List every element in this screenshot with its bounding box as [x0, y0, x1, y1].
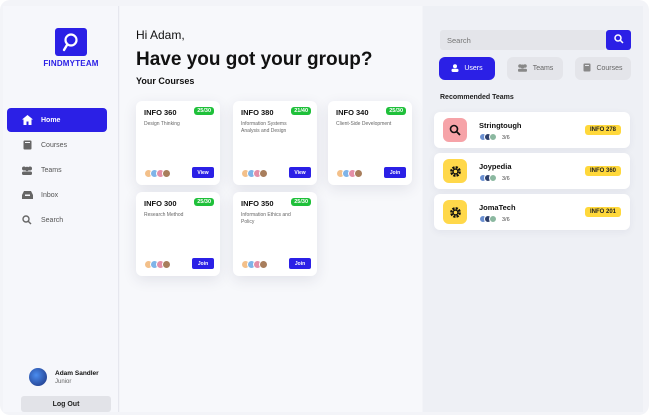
- team-card[interactable]: JomaTech 3/6 INFO 201: [434, 194, 630, 230]
- course-card[interactable]: INFO 360 25/30 Design Thinking View: [136, 101, 220, 185]
- course-card[interactable]: INFO 340 25/30 Client-Side Development J…: [328, 101, 412, 185]
- user-name: Adam Sandler: [55, 369, 99, 377]
- home-icon: [21, 114, 33, 126]
- course-code: INFO 300: [144, 199, 177, 208]
- course-code: INFO 350: [241, 199, 274, 208]
- user-icon: [451, 63, 459, 74]
- logo[interactable]: FINDMYTEAM: [41, 28, 101, 68]
- team-name: JomaTech: [479, 203, 516, 212]
- member-avatars: [336, 169, 363, 178]
- course-description: Information Ethics and Policy: [241, 212, 291, 225]
- course-card[interactable]: INFO 350 25/30 Information Ethics and Po…: [233, 192, 317, 276]
- view-button[interactable]: View: [289, 167, 311, 178]
- join-button[interactable]: Join: [384, 167, 406, 178]
- member-avatars: [241, 169, 268, 178]
- tab-label: Teams: [532, 65, 554, 72]
- sidebar-item-label: Home: [41, 116, 61, 124]
- member-avatars: [479, 174, 497, 182]
- magnifier-logo-icon: [55, 28, 87, 56]
- sidebar-item-search[interactable]: Search: [7, 208, 107, 232]
- app-window: FINDMYTEAM Home Courses Teams Inbox Sear…: [0, 0, 649, 415]
- team-search-icon: [443, 118, 467, 142]
- user-profile[interactable]: Adam Sandler Junior: [29, 368, 99, 386]
- course-card[interactable]: INFO 380 21/40 Information Systems Analy…: [233, 101, 317, 185]
- section-title: Your Courses: [136, 76, 195, 86]
- avatar: [29, 368, 47, 386]
- tab-label: Courses: [596, 65, 623, 72]
- team-gear-icon: [443, 200, 467, 224]
- capacity-badge: 21/40: [291, 107, 311, 115]
- sidebar: FINDMYTEAM Home Courses Teams Inbox Sear…: [3, 6, 119, 412]
- capacity-badge: 25/30: [386, 107, 406, 115]
- recommended-teams-title: Recommended Teams: [440, 94, 514, 101]
- book-icon: [21, 139, 33, 151]
- course-description: Information Systems Analysis and Design: [241, 121, 287, 134]
- course-description: Research Method: [144, 212, 184, 218]
- view-button[interactable]: View: [192, 167, 214, 178]
- capacity-badge: 25/30: [291, 198, 311, 206]
- member-avatars: [144, 260, 171, 269]
- course-code: INFO 340: [336, 108, 369, 117]
- member-count: 3/6: [502, 135, 510, 141]
- member-avatars: [241, 260, 268, 269]
- people-icon: [21, 164, 33, 176]
- book-icon: [583, 63, 591, 74]
- team-gear-icon: [443, 159, 467, 183]
- inbox-icon: [21, 189, 33, 201]
- team-card[interactable]: Joypedia 3/6 INFO 360: [434, 153, 630, 189]
- main-content: Hi Adam, Have you got your group? Your C…: [120, 6, 422, 412]
- capacity-badge: 25/30: [194, 198, 214, 206]
- member-avatars: [479, 215, 497, 223]
- tab-teams[interactable]: Teams: [507, 57, 563, 80]
- user-role: Junior: [55, 378, 72, 385]
- sidebar-nav: Home Courses Teams Inbox Search: [7, 108, 107, 233]
- sidebar-item-home[interactable]: Home: [7, 108, 107, 132]
- right-panel: Users Teams Courses Recommended Teams St…: [423, 6, 643, 412]
- sidebar-item-label: Courses: [41, 141, 68, 149]
- search-icon: [21, 214, 33, 226]
- tab-courses[interactable]: Courses: [575, 57, 631, 80]
- course-tag: INFO 201: [584, 207, 621, 217]
- team-name: Stringtough: [479, 121, 522, 130]
- course-description: Design Thinking: [144, 121, 180, 127]
- search-input[interactable]: [440, 30, 606, 50]
- sidebar-item-inbox[interactable]: Inbox: [7, 183, 107, 207]
- sidebar-item-teams[interactable]: Teams: [7, 158, 107, 182]
- join-button[interactable]: Join: [192, 258, 214, 269]
- course-tag: INFO 278: [584, 125, 621, 135]
- course-code: INFO 360: [144, 108, 177, 117]
- member-avatars: [479, 133, 497, 141]
- page-title: Have you got your group?: [136, 49, 373, 70]
- join-button[interactable]: Join: [289, 258, 311, 269]
- member-avatars: [144, 169, 171, 178]
- course-code: INFO 380: [241, 108, 274, 117]
- course-tag: INFO 360: [584, 166, 621, 176]
- sidebar-item-label: Teams: [41, 166, 62, 174]
- greeting: Hi Adam,: [136, 28, 185, 42]
- search-icon: [613, 31, 624, 49]
- search-button[interactable]: [606, 30, 631, 50]
- tab-label: Users: [464, 65, 483, 72]
- course-card[interactable]: INFO 300 25/30 Research Method Join: [136, 192, 220, 276]
- sidebar-item-label: Search: [41, 216, 64, 224]
- brand-name: FINDMYTEAM: [43, 59, 99, 68]
- logout-button[interactable]: Log Out: [21, 396, 111, 412]
- team-card[interactable]: Stringtough 3/6 INFO 278: [434, 112, 630, 148]
- tab-users[interactable]: Users: [439, 57, 495, 80]
- sidebar-item-label: Inbox: [41, 191, 59, 199]
- member-count: 3/6: [502, 217, 510, 223]
- sidebar-item-courses[interactable]: Courses: [7, 133, 107, 157]
- capacity-badge: 25/30: [194, 107, 214, 115]
- course-description: Client-Side Development: [336, 121, 392, 127]
- member-count: 3/6: [502, 176, 510, 182]
- team-name: Joypedia: [479, 162, 512, 171]
- people-icon: [517, 63, 528, 74]
